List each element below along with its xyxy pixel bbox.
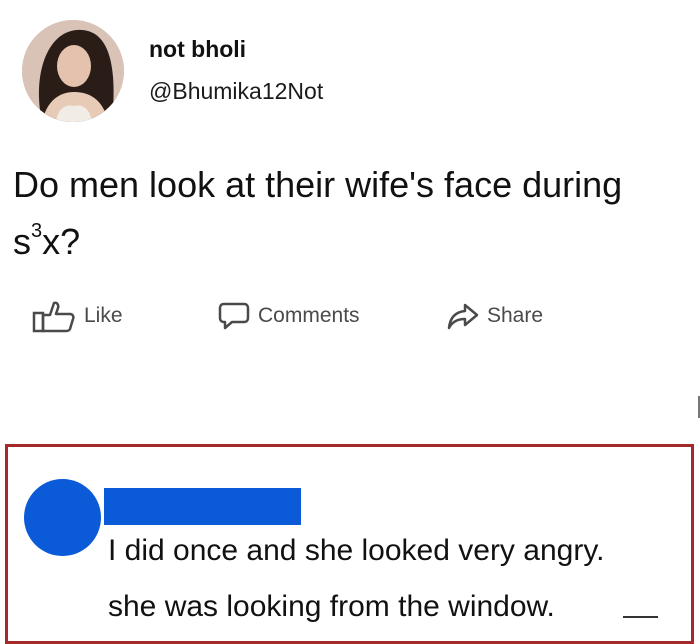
- post-text-main: Do men look at their wife's face during …: [13, 164, 623, 262]
- comment-text-line-1: I did once and she looked very angry.: [108, 534, 605, 567]
- commenter-name-redacted: [104, 488, 301, 525]
- like-button[interactable]: Like: [32, 296, 123, 336]
- author-avatar[interactable]: [22, 20, 124, 122]
- comment-text-line-2: she was looking from the window.: [108, 590, 555, 623]
- commenter-avatar-redacted: [24, 479, 101, 556]
- avatar-photo: [22, 20, 124, 122]
- share-label: Share: [487, 304, 544, 327]
- post-text-end: x?: [42, 221, 81, 262]
- share-button[interactable]: Share: [447, 296, 543, 336]
- speech-bubble-icon: [218, 302, 250, 330]
- thumbs-up-icon: [32, 301, 75, 333]
- comments-button[interactable]: Comments: [218, 296, 360, 336]
- comments-label: Comments: [258, 304, 360, 327]
- author-name[interactable]: not bholi: [149, 36, 246, 63]
- author-handle[interactable]: @Bhumika12Not: [149, 78, 323, 105]
- post-text-superscript: 3: [31, 220, 43, 242]
- share-arrow-icon: [447, 303, 479, 330]
- divider-mark: [623, 616, 658, 618]
- post-text: Do men look at their wife's face during …: [13, 160, 683, 267]
- post-actions-bar: Like Comments Share: [0, 296, 700, 336]
- like-label: Like: [84, 304, 123, 327]
